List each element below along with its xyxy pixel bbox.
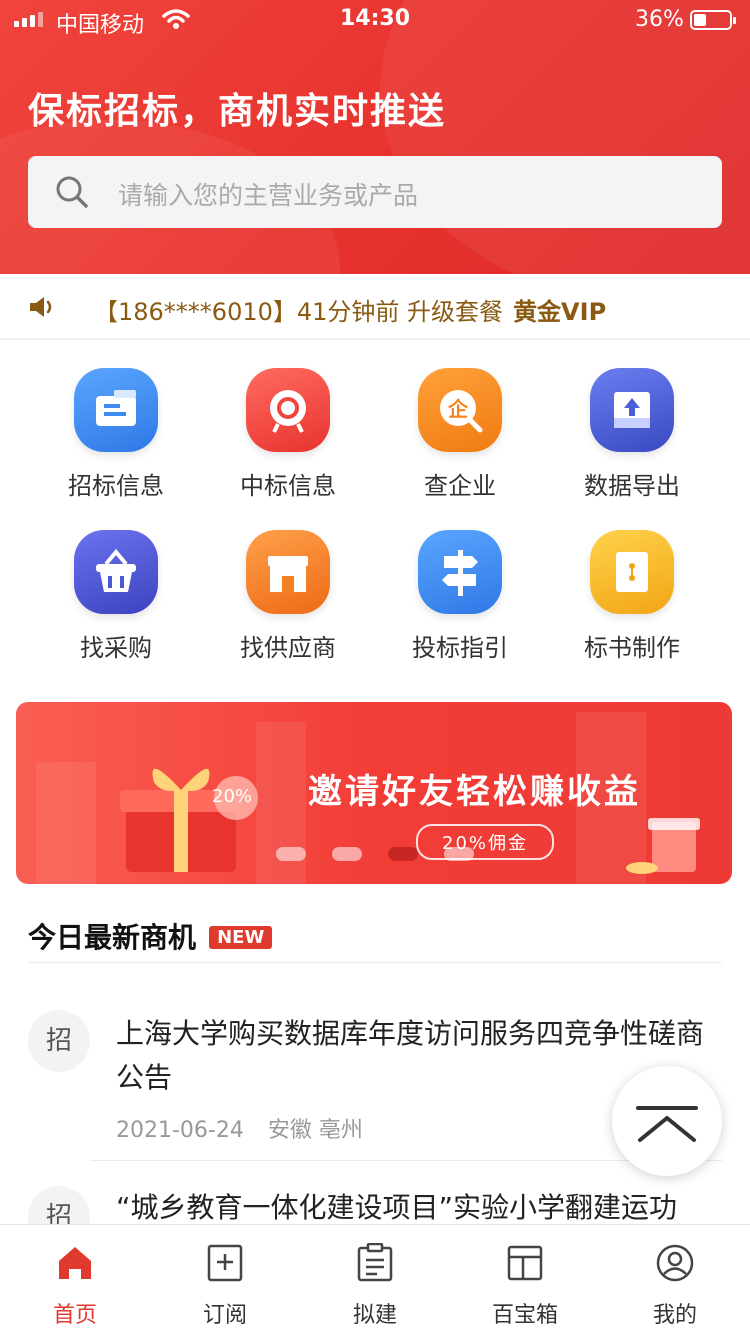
tab-subscribe[interactable]: 订阅 <box>150 1225 300 1335</box>
list-item-type-tag: 招 <box>28 1010 90 1072</box>
grid-label: 数据导出 <box>584 472 680 500</box>
invite-banner[interactable]: 20% 邀请好友轻松赚收益 20%佣金 <box>16 702 732 884</box>
profile-icon <box>656 1244 694 1282</box>
banner-subtitle: 20%佣金 <box>416 824 555 860</box>
grid-item-data-export[interactable]: 数据导出 <box>546 368 718 501</box>
subscribe-icon <box>207 1244 243 1282</box>
search-placeholder: 请输入您的主营业务或产品 <box>118 181 419 210</box>
grid-item-purchase[interactable]: 找采购 <box>30 530 202 663</box>
grid-item-supplier[interactable]: 找供应商 <box>202 530 374 663</box>
header-slogan: 保标招标，商机实时推送 <box>28 91 447 132</box>
grid-label: 标书制作 <box>584 634 680 662</box>
grid-label: 找供应商 <box>240 634 336 662</box>
carousel-dot[interactable] <box>276 847 306 861</box>
list-item-title: “城乡教育一体化建设项目”实验小学翻建运功 <box>116 1191 678 1224</box>
tab-label: 我的 <box>652 1303 697 1328</box>
grid-item-enterprise-search[interactable]: 企 查企业 <box>374 368 546 501</box>
carousel-dot[interactable] <box>332 847 362 861</box>
notice-bar[interactable]: 【186****6010】41分钟前 升级套餐 黄金VIP <box>0 274 750 340</box>
list-item-meta: 2021-06-24 安徽 亳州 <box>116 1112 363 1144</box>
building-decoration <box>36 762 96 884</box>
new-badge: NEW <box>209 926 273 949</box>
tab-label: 拟建 <box>352 1303 397 1328</box>
document-making-icon <box>590 530 674 614</box>
battery-icon <box>690 10 736 30</box>
data-export-icon <box>590 368 674 452</box>
winning-bid-icon <box>246 368 330 452</box>
gift-box-icon <box>120 768 258 872</box>
grid-label: 中标信息 <box>240 472 336 500</box>
purchase-basket-icon <box>74 530 158 614</box>
list-item-type-tag: 招 <box>28 1186 90 1226</box>
carousel-dot[interactable] <box>444 847 474 861</box>
search-input[interactable]: 请输入您的主营业务或产品 <box>28 156 722 228</box>
bidding-info-icon <box>74 368 158 452</box>
battery-percentage: 36% <box>635 7 684 32</box>
carousel-dot-active[interactable] <box>388 847 418 861</box>
grid-label: 查企业 <box>424 472 496 500</box>
chevron-up-icon <box>636 1106 698 1142</box>
shop-illustration-icon <box>626 818 700 874</box>
tab-profile[interactable]: 我的 <box>600 1225 750 1335</box>
vip-level: 黄金VIP <box>513 298 607 326</box>
grid-label: 找采购 <box>80 634 152 662</box>
signpost-icon <box>418 530 502 614</box>
status-bar: 中国移动 14:30 36% <box>0 0 750 40</box>
tab-label: 订阅 <box>202 1303 247 1328</box>
header-decoration <box>380 0 750 274</box>
list-item-location: 安徽 亳州 <box>267 1118 363 1143</box>
search-icon <box>56 176 88 208</box>
bottom-tab-bar: 首页 订阅 拟建 百宝箱 我的 <box>0 1224 750 1335</box>
grid-item-winning-bid[interactable]: 中标信息 <box>202 368 374 501</box>
list-item-date: 2021-06-24 <box>116 1118 244 1143</box>
tab-label: 百宝箱 <box>491 1303 558 1328</box>
toolbox-icon <box>507 1245 543 1281</box>
tab-label: 首页 <box>52 1303 97 1328</box>
enterprise-search-icon: 企 <box>418 368 502 452</box>
grid-label: 投标指引 <box>412 634 508 662</box>
section-title: 今日最新商机 <box>28 921 197 954</box>
grid-item-bid-guide[interactable]: 投标指引 <box>374 530 546 663</box>
tab-proposed[interactable]: 拟建 <box>300 1225 450 1335</box>
home-icon <box>59 1247 91 1279</box>
header-banner: 中国移动 14:30 36% 保标招标，商机实时推送 请输入您的主营业务或产品 <box>0 0 750 274</box>
svg-text:企: 企 <box>447 397 469 421</box>
speaker-icon <box>30 297 52 317</box>
grid-item-document-making[interactable]: 标书制作 <box>546 530 718 663</box>
supplier-store-icon <box>246 530 330 614</box>
commission-badge: 20% <box>212 786 253 807</box>
proposed-project-icon <box>357 1243 393 1282</box>
tab-toolbox[interactable]: 百宝箱 <box>450 1225 600 1335</box>
section-header: 今日最新商机 NEW <box>28 916 722 963</box>
grid-item-bidding-info[interactable]: 招标信息 <box>30 368 202 501</box>
notice-text: 【186****6010】41分钟前 升级套餐 黄金VIP <box>94 292 606 327</box>
grid-label: 招标信息 <box>68 472 164 500</box>
notice-message: 【186****6010】41分钟前 升级套餐 <box>94 298 504 326</box>
back-to-top-button[interactable] <box>612 1066 722 1176</box>
tab-home[interactable]: 首页 <box>0 1225 150 1335</box>
banner-title: 邀请好友轻松赚收益 <box>308 772 641 812</box>
list-item[interactable]: 招 “城乡教育一体化建设项目”实验小学翻建运功 <box>0 1186 750 1226</box>
